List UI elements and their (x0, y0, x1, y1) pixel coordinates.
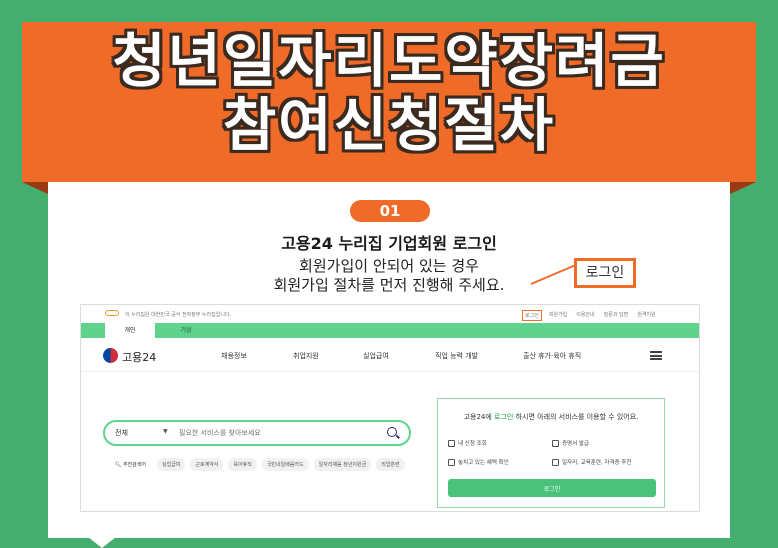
recommended-keywords-label: 🔍︎ 추천검색어 (115, 462, 146, 468)
login-panel-heading: 고용24에 로그인 하시면 아래의 서비스를 이용할 수 있어요. (463, 413, 639, 421)
hamburger-menu-icon[interactable] (650, 351, 662, 360)
gov-notice: 이 누리집은 대한민국 공식 전자정부 누리집입니다. (125, 312, 232, 318)
nav-item-jobs[interactable]: 채용정보 (221, 351, 247, 361)
keyword-chip[interactable]: 육아휴직 (228, 458, 257, 471)
banner-title-line1: 청년일자리도약장려금 (112, 27, 666, 95)
login-panel: 고용24에 로그인 하시면 아래의 서비스를 이용할 수 있어요. 내 신청 조… (437, 398, 665, 508)
step-title: 고용24 누리집 기업회원 로그인 (281, 234, 497, 253)
service-item[interactable]: 놓치고 있는 혜택 확인 (448, 458, 509, 466)
member-type-tabs: 개인 기업 (81, 323, 699, 338)
certificate-icon (552, 440, 559, 447)
keyword-chip[interactable]: 일자리채움 청년지원금 (313, 458, 372, 471)
keyword-chip[interactable]: 국민내일배움카드 (261, 458, 309, 471)
tab-personal[interactable]: 개인 (105, 323, 155, 338)
service-item[interactable]: 증명서 발급 (552, 439, 589, 447)
keyword-chip[interactable]: 실업급여 (157, 458, 186, 471)
keyword-chip[interactable]: 직업훈련 (376, 458, 405, 471)
step-description-line2: 회원가입 절차를 먼저 진행해 주세요. (273, 276, 505, 294)
service-item[interactable]: 일자리, 교육훈련, 자격증 추천 (552, 458, 631, 466)
login-button[interactable]: 로그인 (448, 479, 656, 497)
util-link-qna[interactable]: 질문과 답변 (602, 310, 631, 321)
nav-item-employment-support[interactable]: 취업지원 (293, 351, 319, 361)
step-number-badge: 01 (350, 200, 430, 222)
speech-tail (88, 537, 116, 548)
search-scope-select[interactable]: 전체 (115, 428, 128, 438)
utility-bar: 이 누리집은 대한민국 공식 전자정부 누리집입니다. 로그인 회원가입 이용안… (81, 305, 699, 323)
nav-item-parental-leave[interactable]: 출산 휴가·육아 휴직 (523, 351, 581, 361)
website-screenshot: 이 누리집은 대한민국 공식 전자정부 누리집입니다. 로그인 회원가입 이용안… (80, 304, 700, 512)
nav-item-unemployment-benefit[interactable]: 실업급여 (363, 351, 389, 361)
banner-title-line2: 참여신청절차 (222, 91, 556, 159)
tab-business[interactable]: 기업 (161, 323, 211, 338)
search-icon[interactable] (387, 427, 397, 437)
caret-down-icon[interactable]: ▼ (163, 428, 168, 435)
nav-item-vocational-training[interactable]: 직업 능력 개발 (435, 351, 478, 361)
search-small-icon: 🔍︎ (115, 462, 123, 468)
keyword-chips: 실업급여 근로계약서 육아휴직 국민내일배움카드 일자리채움 청년지원금 직업훈… (157, 458, 417, 471)
login-callout: 로그인 (574, 258, 636, 288)
service-item[interactable]: 내 신청 조회 (448, 439, 487, 447)
banner-fold-right (730, 182, 756, 194)
main-nav: 고용24 채용정보 취업지원 실업급여 직업 능력 개발 출산 휴가·육아 휴직 (81, 338, 699, 372)
gov-logo-icon (105, 310, 119, 316)
banner-fold-left (22, 182, 48, 194)
document-icon (448, 440, 455, 447)
keyword-chip[interactable]: 근로계약서 (190, 458, 224, 471)
util-link-remote[interactable]: 원격지원 (635, 310, 657, 321)
recommend-icon (552, 459, 559, 466)
search-input[interactable] (179, 427, 379, 439)
gov-emblem-icon (103, 348, 118, 363)
search-bar: 전체 ▼ (103, 420, 411, 446)
util-link-login[interactable]: 로그인 (522, 310, 542, 321)
utility-links: 로그인 회원가입 이용안내 질문과 답변 원격지원 (522, 310, 658, 321)
util-link-signup[interactable]: 회원가입 (547, 310, 569, 321)
step-description-line1: 회원가입이 안되어 있는 경우 (299, 257, 479, 275)
benefit-icon (448, 459, 455, 466)
site-brand[interactable]: 고용24 (122, 349, 156, 365)
util-link-guide[interactable]: 이용안내 (574, 310, 596, 321)
